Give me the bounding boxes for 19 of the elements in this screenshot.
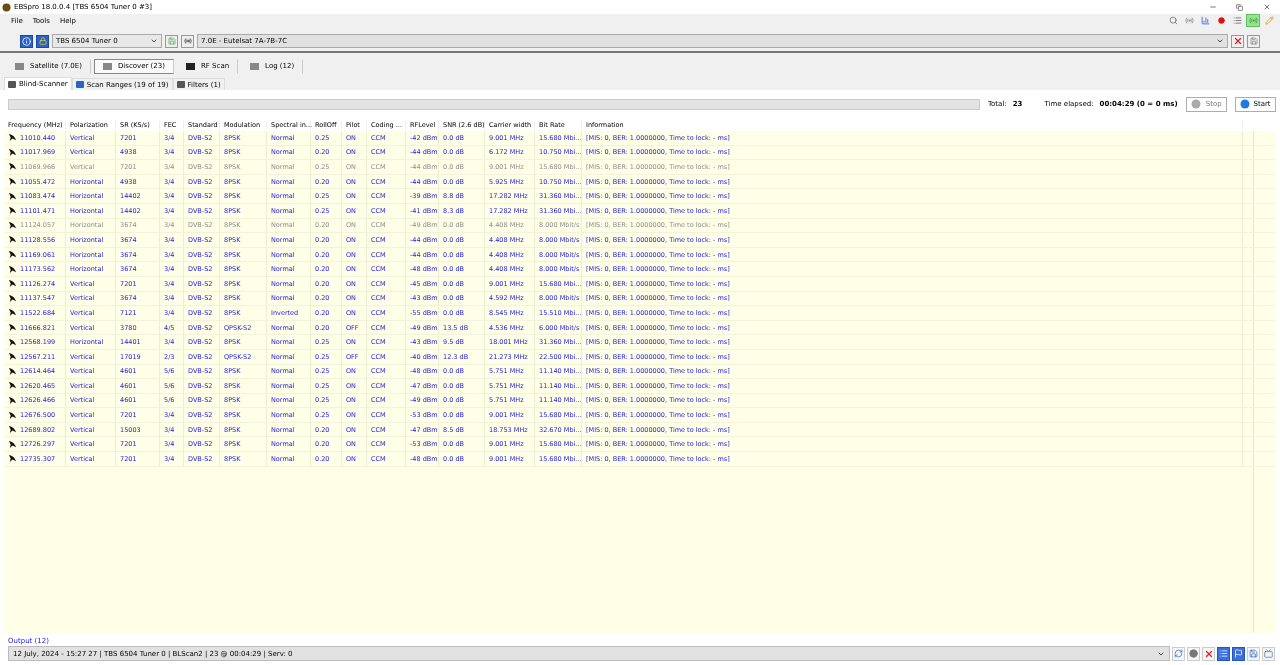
bar-chart-icon[interactable] (1198, 14, 1212, 27)
play-icon (1239, 99, 1250, 109)
chevron-down-icon (1216, 37, 1224, 45)
close-icon[interactable] (1231, 34, 1244, 48)
list-icon[interactable] (1230, 14, 1244, 27)
list-icon[interactable] (1217, 646, 1230, 661)
antenna-icon[interactable] (1182, 14, 1196, 27)
chevron-down-icon (150, 37, 158, 45)
flag-icon[interactable] (1232, 646, 1245, 661)
save-icon[interactable] (1247, 34, 1260, 48)
save-icon[interactable] (1247, 646, 1260, 661)
refresh-icon[interactable] (1172, 646, 1185, 661)
signal-icon[interactable] (1246, 14, 1260, 27)
stop-icon (1190, 99, 1201, 109)
lock-icon[interactable] (36, 34, 49, 48)
info-icon[interactable] (20, 34, 33, 48)
tv-icon[interactable] (1262, 646, 1275, 661)
app-logo-icon (2, 2, 11, 12)
close-icon[interactable] (1202, 646, 1215, 661)
